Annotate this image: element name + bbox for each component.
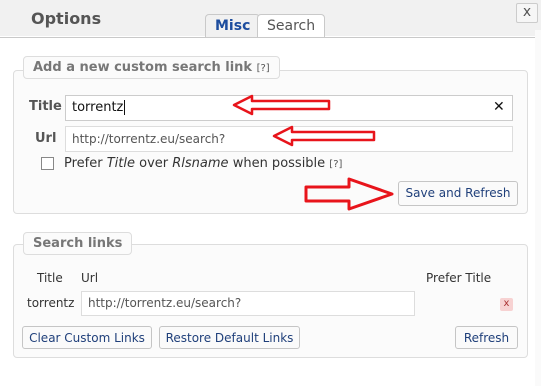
title-label: Title xyxy=(29,99,62,114)
tab-divider xyxy=(0,37,541,38)
column-header-url: Url xyxy=(81,271,99,285)
annotation-arrow-save xyxy=(304,177,394,211)
prefer-label-part: when possible xyxy=(228,156,330,171)
annotation-arrow-url xyxy=(272,125,376,147)
save-and-refresh-button[interactable]: Save and Refresh xyxy=(398,181,518,206)
prefer-title-checkbox[interactable] xyxy=(41,157,54,170)
custom-link-legend-text: Add a new custom search link xyxy=(33,60,253,75)
restore-default-links-button[interactable]: Restore Default Links xyxy=(159,326,300,349)
options-dialog: Options x Misc Search Add a new custom s… xyxy=(0,0,541,386)
search-links-legend: Search links xyxy=(23,232,133,255)
row-url-value: http://torrentz.eu/search? xyxy=(88,296,242,310)
column-header-prefer-title: Prefer Title xyxy=(426,271,492,285)
url-input-placeholder: http://torrentz.eu/search? xyxy=(72,132,226,146)
column-header-title: Title xyxy=(37,271,63,285)
row-title: torrentz xyxy=(27,296,75,310)
prefer-label-title: Title xyxy=(106,156,135,171)
custom-link-help-link[interactable]: [?] xyxy=(257,63,270,74)
prefer-label-part: Prefer xyxy=(64,156,107,171)
dialog-titlebar: Options x Misc Search xyxy=(0,0,541,38)
prefer-title-label: Prefer Title over Rlsname when possible … xyxy=(64,156,342,171)
prefer-help-link[interactable]: [?] xyxy=(329,159,342,170)
prefer-label-rlsname: Rlsname xyxy=(172,156,229,171)
close-button[interactable]: x xyxy=(516,3,538,23)
remove-row-button[interactable]: x xyxy=(500,298,513,311)
annotation-arrow-title xyxy=(232,94,331,116)
refresh-button[interactable]: Refresh xyxy=(455,326,518,349)
url-label: Url xyxy=(35,131,57,146)
prefer-label-part: over xyxy=(135,156,173,171)
scrollbar[interactable] xyxy=(535,30,541,386)
row-url-input[interactable]: http://torrentz.eu/search? xyxy=(81,291,415,316)
tab-search[interactable]: Search xyxy=(257,14,326,38)
custom-link-legend: Add a new custom search link [?] xyxy=(23,56,280,79)
dialog-title: Options xyxy=(31,9,102,28)
tab-misc[interactable]: Misc xyxy=(205,14,261,38)
clear-custom-links-button[interactable]: Clear Custom Links xyxy=(22,326,152,349)
clear-title-icon[interactable]: ✕ xyxy=(493,99,505,115)
title-input-value: torrentz xyxy=(72,100,124,115)
